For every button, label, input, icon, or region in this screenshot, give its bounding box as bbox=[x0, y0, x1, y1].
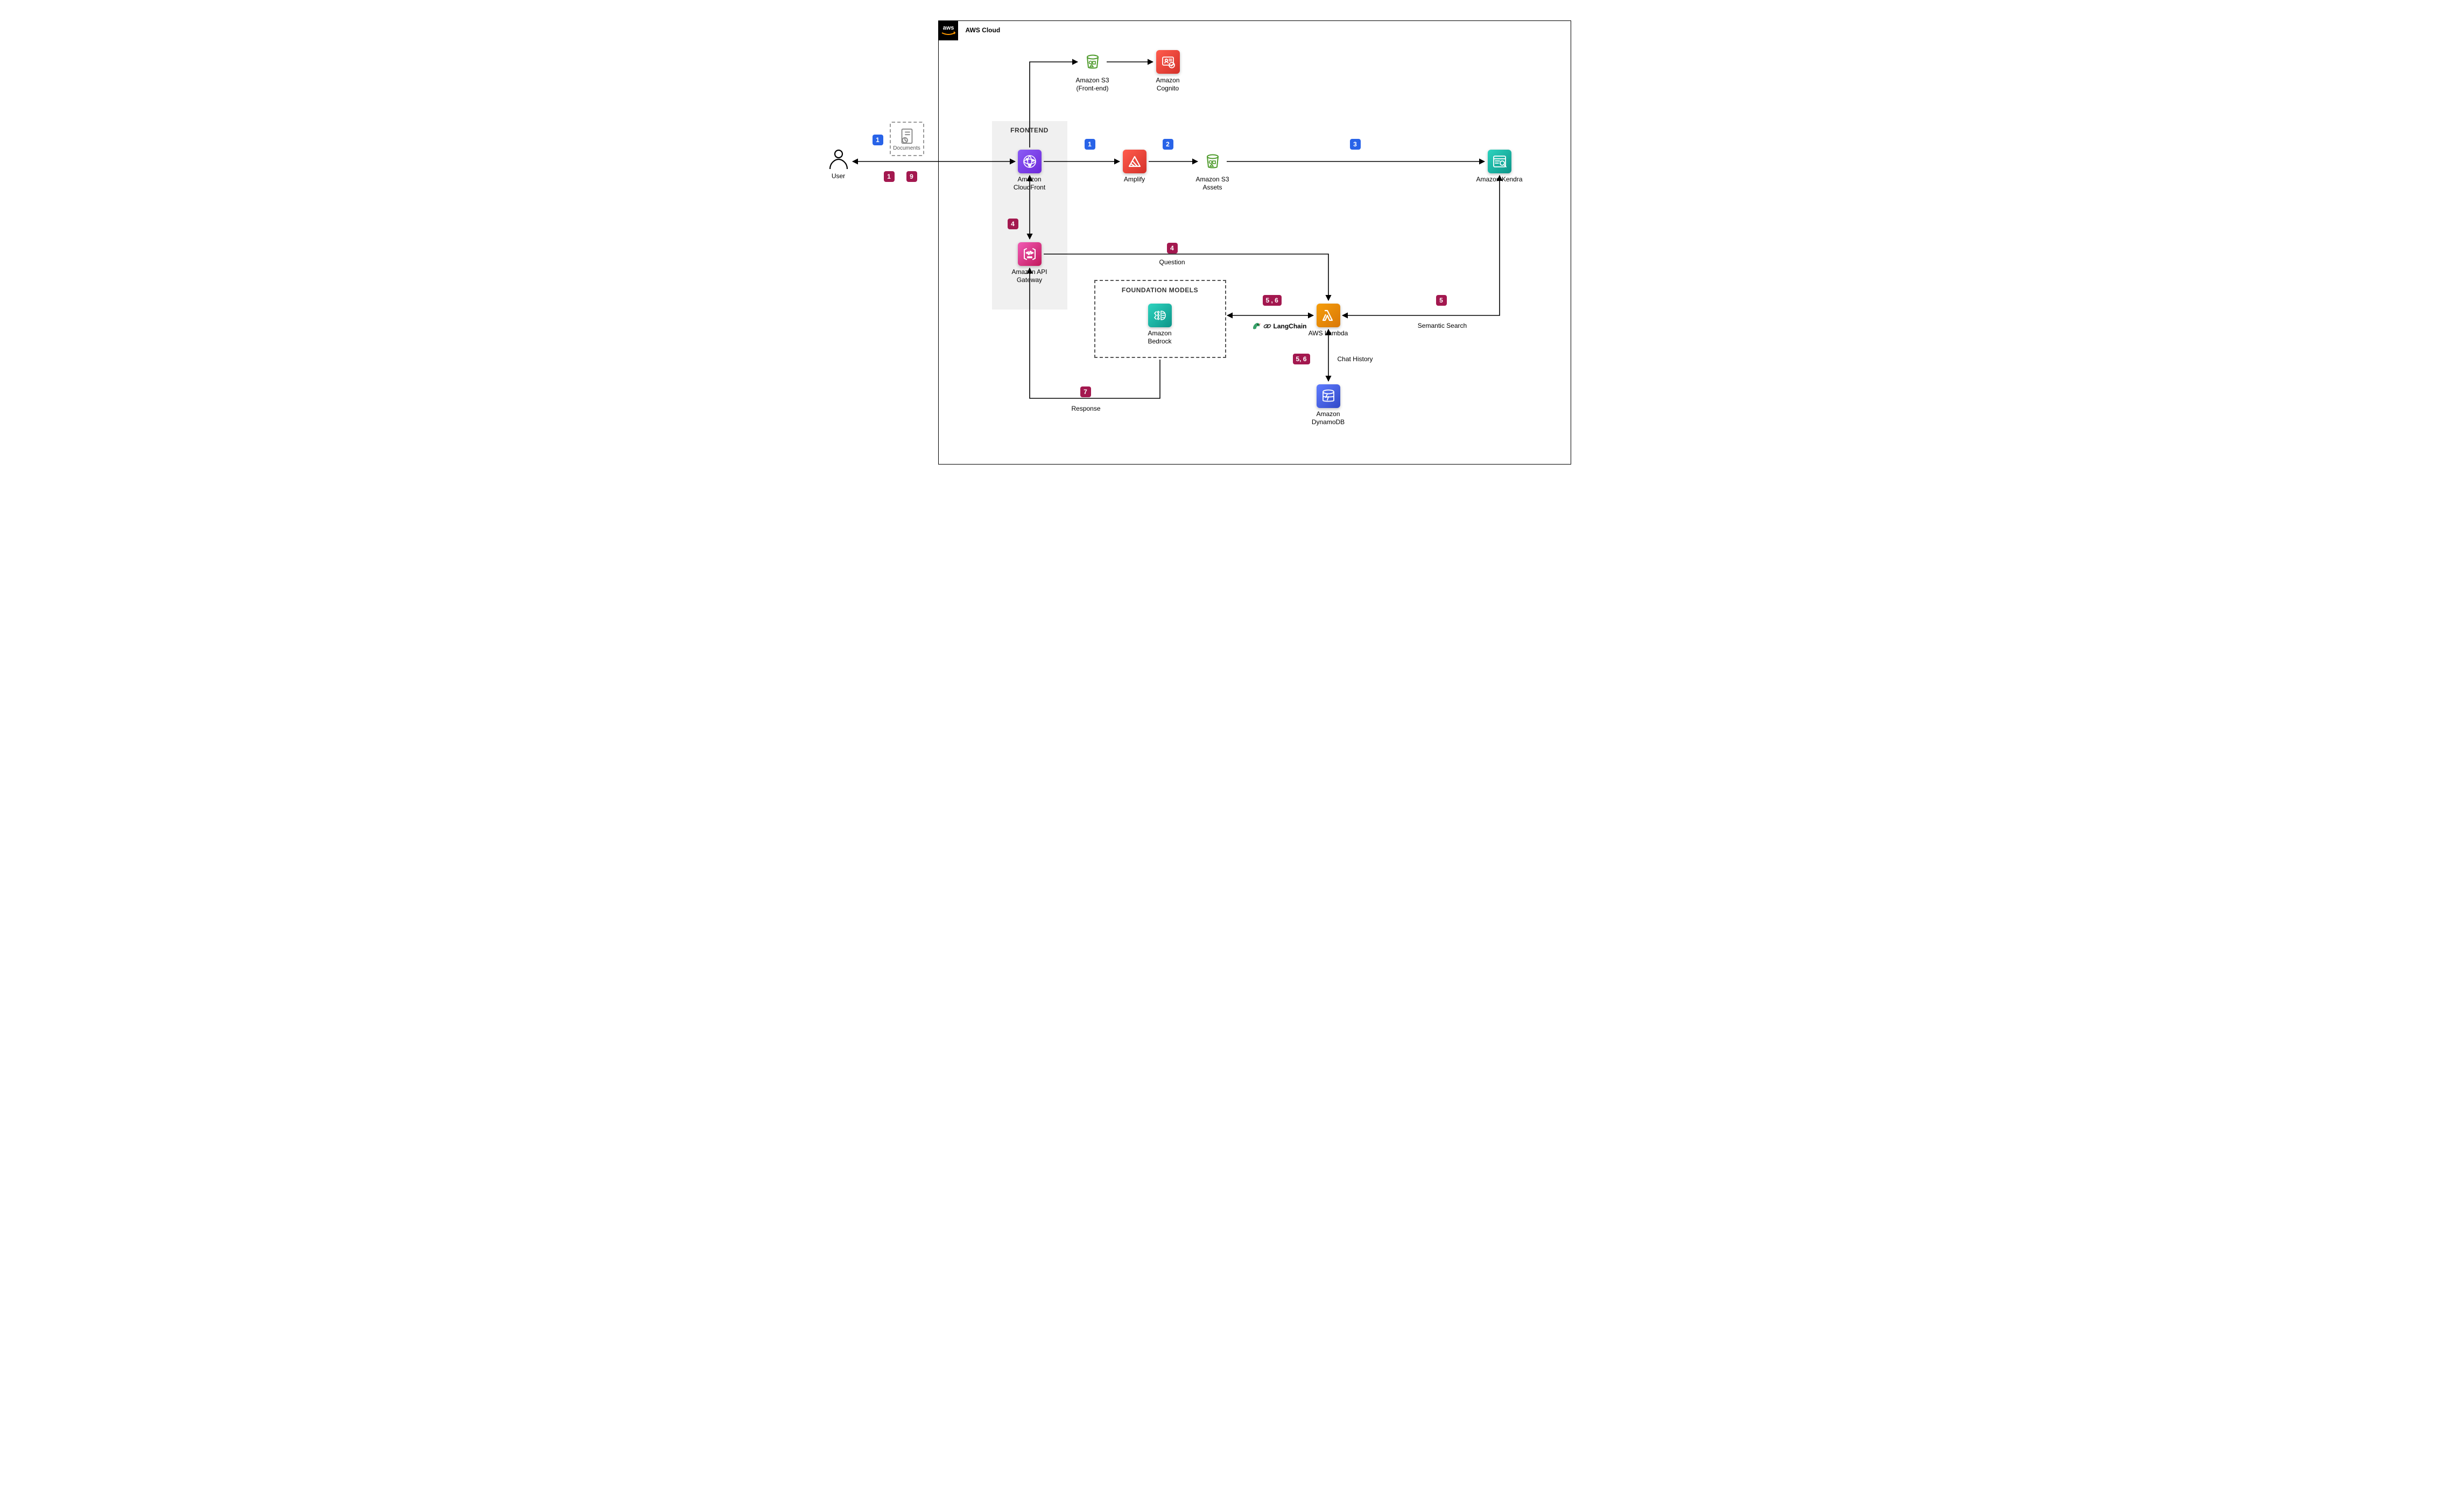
architecture-canvas: aws bbox=[822, 0, 1619, 493]
edges-layer bbox=[822, 0, 1619, 493]
